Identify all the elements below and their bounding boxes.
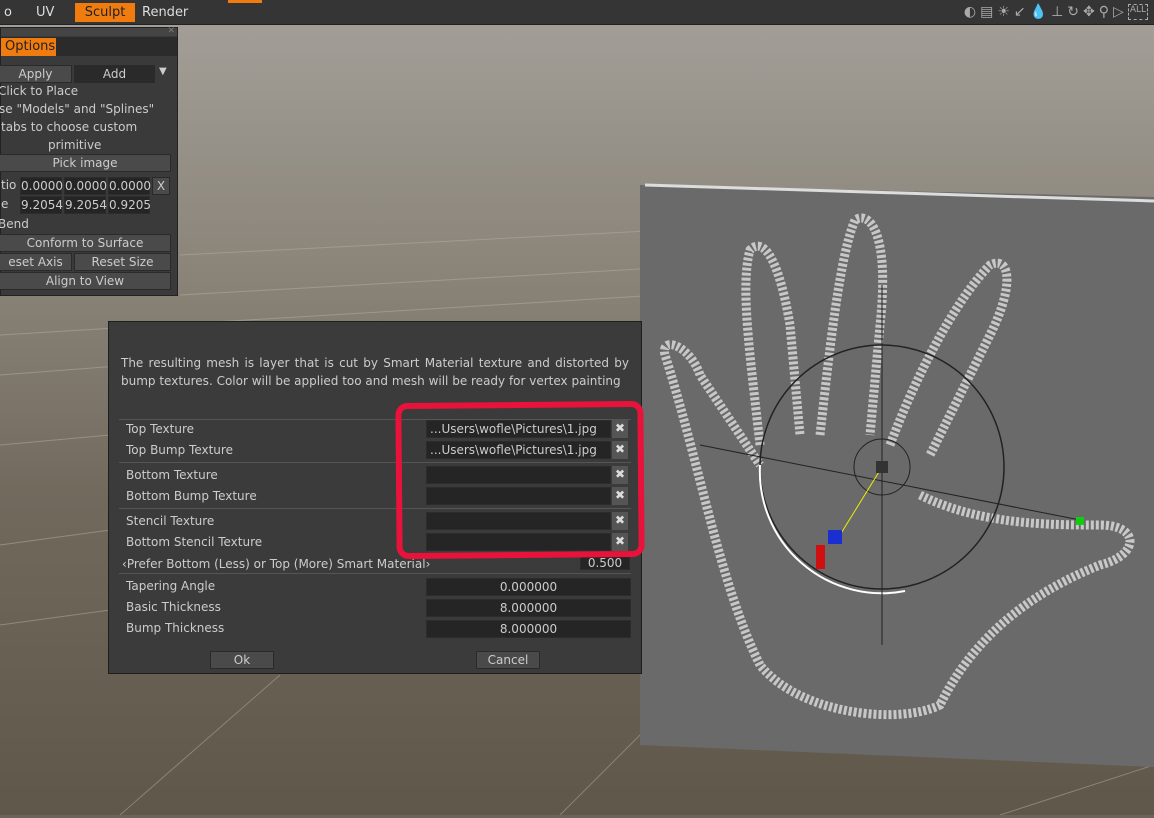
cancel-button[interactable]: Cancel xyxy=(476,651,540,669)
tab-uv[interactable]: UV xyxy=(28,3,62,22)
hint-line: tabs to choose custom xyxy=(1,120,138,134)
basic-thickness-field[interactable]: 8.000000 xyxy=(426,599,631,617)
ratio-x-field[interactable]: 0.0000 xyxy=(20,177,63,195)
rotate-base-icon[interactable]: ⊥ xyxy=(1051,4,1063,20)
drop-icon[interactable]: 💧 xyxy=(1030,4,1047,20)
tapering-angle-label: Tapering Angle xyxy=(126,579,216,593)
tab-sculpt[interactable]: Sculpt xyxy=(75,3,135,22)
scale-y-field[interactable]: 9.2054 xyxy=(64,196,107,214)
gizmo-center[interactable] xyxy=(876,461,888,473)
apply-button[interactable]: Apply xyxy=(0,65,72,83)
contrast-icon[interactable]: ◐ xyxy=(964,4,976,20)
viewport-toolbar: ◐ ▤ ☀ ↙ 💧 ⊥ ↻ ✥ ⚲ ▷ ALL xyxy=(964,4,1148,20)
gizmo-green-handle[interactable] xyxy=(1076,517,1084,525)
ratio-label: tio xyxy=(1,178,17,192)
red-highlight-annotation xyxy=(395,400,645,560)
reset-size-button[interactable]: Reset Size xyxy=(74,253,171,271)
gizmo-red-handle[interactable] xyxy=(816,545,825,569)
prefer-slider[interactable]: ‹Prefer Bottom (Less) or Top (More) Smar… xyxy=(122,557,430,571)
prefer-slider-label: Prefer Bottom (Less) or Top (More) Smart… xyxy=(126,557,426,571)
gizmo-blue-handle[interactable] xyxy=(828,530,842,544)
pick-image-button[interactable]: Pick image xyxy=(0,154,171,172)
image-plane xyxy=(640,185,1154,767)
bottom-stencil-texture-label: Bottom Stencil Texture xyxy=(126,535,263,549)
bottom-texture-label: Bottom Texture xyxy=(126,468,218,482)
scale-z-field[interactable]: 0.9205 xyxy=(108,196,151,214)
scale-x-field[interactable]: 9.2054 xyxy=(20,196,63,214)
chevron-down-icon[interactable]: ▼ xyxy=(159,66,167,77)
zoom-icon[interactable]: ⚲ xyxy=(1099,4,1109,20)
tab-options[interactable]: Options xyxy=(1,38,56,56)
panel-drag-handle[interactable] xyxy=(1,28,177,36)
ratio-y-field[interactable]: 0.0000 xyxy=(64,177,107,195)
top-menu-bar: o UV Sculpt Render ◐ ▤ ☀ ↙ 💧 ⊥ ↻ ✥ ⚲ ▷ A… xyxy=(0,0,1154,25)
align-to-view-button[interactable]: Align to View xyxy=(0,272,171,290)
play-triangle-icon[interactable]: ▷ xyxy=(1113,4,1124,20)
scale-label: e xyxy=(1,197,9,211)
move-icon[interactable]: ✥ xyxy=(1083,4,1095,20)
add-dropdown[interactable]: Add xyxy=(74,65,155,83)
tapering-angle-field[interactable]: 0.000000 xyxy=(426,578,631,596)
basic-thickness-label: Basic Thickness xyxy=(126,600,221,614)
bump-thickness-label: Bump Thickness xyxy=(126,621,225,635)
bump-thickness-field[interactable]: 8.000000 xyxy=(426,620,631,638)
top-texture-label: Top Texture xyxy=(126,422,194,436)
active-indicator xyxy=(228,0,262,3)
image-icon[interactable]: ▤ xyxy=(980,4,993,20)
tab-render[interactable]: Render xyxy=(134,3,196,22)
dialog-description: The resulting mesh is layer that is cut … xyxy=(121,356,629,388)
hint-line: Click to Place xyxy=(0,84,79,98)
close-icon[interactable]: ✕ xyxy=(167,26,175,36)
hint-line: se "Models" and "Splines" xyxy=(0,102,155,116)
conform-to-surface-button[interactable]: Conform to Surface xyxy=(0,234,171,252)
stencil-texture-label: Stencil Texture xyxy=(126,514,215,528)
ok-button[interactable]: Ok xyxy=(210,651,274,669)
ratio-z-field[interactable]: 0.0000 xyxy=(108,177,151,195)
ratio-reset-button[interactable]: X xyxy=(152,177,170,195)
light-direction-icon[interactable]: ↙ xyxy=(1014,4,1026,20)
prefer-value[interactable]: 0.500 xyxy=(580,556,630,570)
hint-line: primitive xyxy=(48,138,102,152)
options-panel: ✕ Options Apply Add ▼ Click to Place se … xyxy=(0,26,178,296)
light-icon[interactable]: ☀ xyxy=(997,4,1010,20)
tab-prev[interactable]: o xyxy=(0,3,20,22)
fit-all-icon[interactable]: ALL xyxy=(1127,4,1148,20)
reset-axis-button[interactable]: eset Axis xyxy=(0,253,72,271)
top-bump-texture-label: Top Bump Texture xyxy=(126,443,233,457)
rotate-icon[interactable]: ↻ xyxy=(1067,4,1079,20)
bend-checkbox[interactable]: Bend xyxy=(0,217,29,231)
bottom-bump-texture-label: Bottom Bump Texture xyxy=(126,489,257,503)
